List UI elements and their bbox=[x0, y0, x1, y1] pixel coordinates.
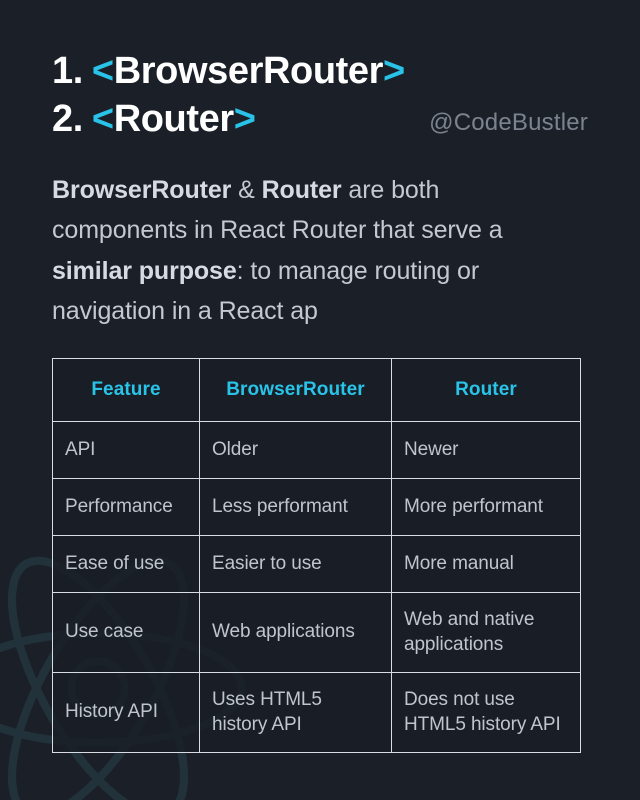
heading-1-label: BrowserRouter bbox=[113, 50, 384, 92]
table-row: History API Uses HTML5 history API Does … bbox=[52, 671, 581, 753]
heading-1-close-angle: > bbox=[383, 50, 405, 92]
heading-2-text: 2. <Router> bbox=[52, 96, 256, 144]
cell-feature: Use case bbox=[52, 591, 200, 673]
heading-item-2: 2. <Router> @CodeBustler bbox=[52, 96, 588, 144]
comparison-table-wrapper: Feature BrowserRouter Router API Older N… bbox=[52, 357, 588, 753]
heading-2-close-angle: > bbox=[233, 97, 256, 140]
slide-root: 1. <BrowserRouter> 2. <Router> @CodeBustle… bbox=[0, 0, 640, 800]
paragraph-text-amp: & bbox=[231, 175, 262, 204]
table-header-browserrouter: BrowserRouter bbox=[199, 357, 392, 422]
cell-feature: API bbox=[52, 420, 200, 479]
heading-list: 1. <BrowserRouter> 2. <Router> @CodeBustle… bbox=[52, 0, 588, 144]
cell-router: Web and native applications bbox=[391, 591, 581, 673]
cell-browserrouter: Less performant bbox=[199, 477, 392, 536]
paragraph-bold-browserrouter: BrowserRouter bbox=[52, 175, 232, 204]
table-row: API Older Newer bbox=[52, 420, 581, 479]
cell-browserrouter: Easier to use bbox=[199, 534, 392, 593]
comparison-table: Feature BrowserRouter Router API Older N… bbox=[52, 357, 581, 753]
heading-1-open-angle: < bbox=[91, 50, 114, 92]
table-body: API Older Newer Performance Less perform… bbox=[52, 420, 581, 753]
cell-browserrouter: Uses HTML5 history API bbox=[199, 671, 392, 753]
table-header-row: Feature BrowserRouter Router bbox=[52, 357, 581, 422]
cell-router: More manual bbox=[391, 534, 581, 593]
cell-router: Newer bbox=[391, 420, 581, 479]
cell-feature: History API bbox=[52, 671, 200, 753]
cell-browserrouter: Web applications bbox=[199, 591, 392, 673]
paragraph-bold-similar-purpose: similar purpose bbox=[52, 256, 237, 285]
heading-2-number: 2. bbox=[52, 97, 83, 140]
table-head: Feature BrowserRouter Router bbox=[52, 357, 581, 422]
cell-browserrouter: Older bbox=[199, 420, 392, 479]
paragraph-bold-router: Router bbox=[261, 175, 342, 204]
table-row: Use case Web applications Web and native… bbox=[52, 591, 581, 673]
table-header-router: Router bbox=[391, 357, 581, 422]
content-column: 1. <BrowserRouter> 2. <Router> @CodeBustle… bbox=[0, 0, 640, 753]
table-row: Ease of use Easier to use More manual bbox=[52, 534, 581, 593]
cell-router: Does not use HTML5 history API bbox=[391, 671, 581, 753]
heading-2-label: Router bbox=[113, 97, 234, 140]
cell-feature: Ease of use bbox=[52, 534, 200, 593]
description-paragraph: BrowserRouter & Router are both componen… bbox=[52, 170, 572, 332]
cell-router: More performant bbox=[391, 477, 581, 536]
heading-1-number: 1. bbox=[52, 50, 83, 92]
table-row: Performance Less performant More perform… bbox=[52, 477, 581, 536]
heading-item-1: 1. <BrowserRouter> bbox=[52, 48, 588, 96]
cell-feature: Performance bbox=[52, 477, 200, 536]
heading-2-open-angle: < bbox=[91, 97, 114, 140]
table-header-feature: Feature bbox=[52, 357, 200, 422]
author-handle: @CodeBustler bbox=[429, 108, 588, 136]
